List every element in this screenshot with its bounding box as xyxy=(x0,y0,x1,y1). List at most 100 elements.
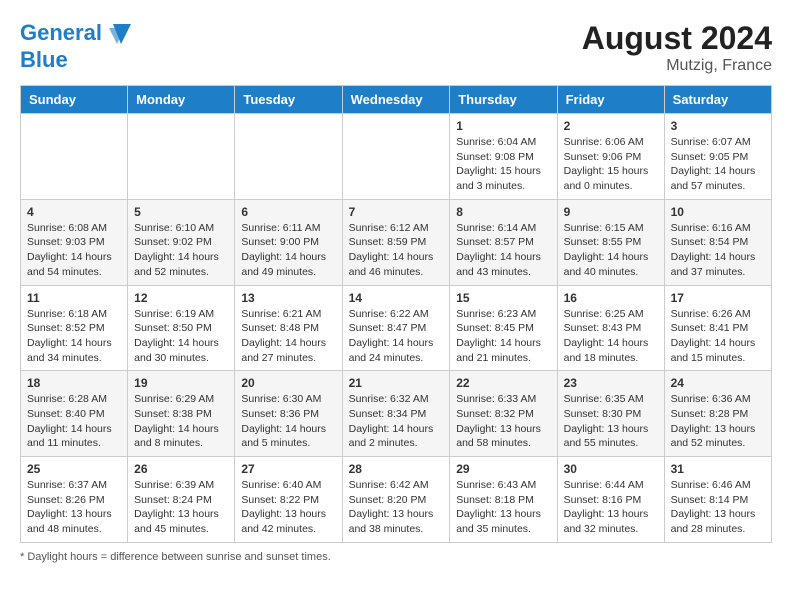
day-number: 5 xyxy=(134,205,228,219)
calendar-cell: 31Sunrise: 6:46 AM Sunset: 8:14 PM Dayli… xyxy=(664,457,771,543)
calendar-cell: 7 Sunrise: 6:12 AM Sunset: 8:59 PM Daylig… xyxy=(342,199,450,285)
calendar-cell: 11 Sunrise: 6:18 AM Sunset: 8:52 PM Dayli… xyxy=(21,285,128,371)
day-number: 13 xyxy=(241,291,335,305)
weekday-header: Tuesday xyxy=(235,86,342,114)
calendar-week-row: 11 Sunrise: 6:18 AM Sunset: 8:52 PM Dayli… xyxy=(21,285,772,371)
day-number: 24 xyxy=(671,376,765,390)
calendar-cell: 28 Sunrise: 6:42 AM Sunset: 8:20 PM Dayli… xyxy=(342,457,450,543)
calendar-cell: 14Sunrise: 6:22 AM Sunset: 8:47 PM Dayli… xyxy=(342,285,450,371)
day-number: 21 xyxy=(349,376,444,390)
weekday-header: Monday xyxy=(128,86,235,114)
day-number: 25 xyxy=(27,462,121,476)
daylight-hours-label: Daylight hours xyxy=(27,551,97,563)
day-number: 16 xyxy=(564,291,658,305)
calendar-week-row: 4 Sunrise: 6:08 AM Sunset: 9:03 PM Daylig… xyxy=(21,199,772,285)
day-number: 18 xyxy=(27,376,121,390)
calendar-cell xyxy=(342,114,450,200)
day-number: 2 xyxy=(564,119,658,133)
day-info: Sunrise: 6:11 AM Sunset: 9:00 PM Dayligh… xyxy=(241,221,335,280)
day-number: 14 xyxy=(349,291,444,305)
day-info: Sunrise: 6:37 AM Sunset: 8:26 PM Dayligh… xyxy=(27,478,121,537)
day-number: 26 xyxy=(134,462,228,476)
calendar-cell: 1Sunrise: 6:04 AM Sunset: 9:08 PM Daylig… xyxy=(450,114,557,200)
day-info: Sunrise: 6:12 AM Sunset: 8:59 PM Dayligh… xyxy=(349,221,444,280)
calendar-cell: 16Sunrise: 6:25 AM Sunset: 8:43 PM Dayli… xyxy=(557,285,664,371)
day-number: 22 xyxy=(456,376,550,390)
day-info: Sunrise: 6:46 AM Sunset: 8:14 PM Dayligh… xyxy=(671,478,765,537)
day-info: Sunrise: 6:26 AM Sunset: 8:41 PM Dayligh… xyxy=(671,307,765,366)
day-info: Sunrise: 6:39 AM Sunset: 8:24 PM Dayligh… xyxy=(134,478,228,537)
day-number: 3 xyxy=(671,119,765,133)
day-info: Sunrise: 6:10 AM Sunset: 9:02 PM Dayligh… xyxy=(134,221,228,280)
day-number: 17 xyxy=(671,291,765,305)
calendar-cell: 21 Sunrise: 6:32 AM Sunset: 8:34 PM Dayli… xyxy=(342,371,450,457)
calendar-cell: 30 Sunrise: 6:44 AM Sunset: 8:16 PM Dayli… xyxy=(557,457,664,543)
calendar-cell: 25 Sunrise: 6:37 AM Sunset: 8:26 PM Dayli… xyxy=(21,457,128,543)
day-info: Sunrise: 6:35 AM Sunset: 8:30 PM Dayligh… xyxy=(564,392,658,451)
calendar-cell: 19 Sunrise: 6:29 AM Sunset: 8:38 PM Dayli… xyxy=(128,371,235,457)
calendar-cell: 27Sunrise: 6:40 AM Sunset: 8:22 PM Dayli… xyxy=(235,457,342,543)
day-number: 9 xyxy=(564,205,658,219)
day-info: Sunrise: 6:04 AM Sunset: 9:08 PM Dayligh… xyxy=(456,135,550,194)
location: Mutzig, France xyxy=(582,57,772,75)
day-info: Sunrise: 6:40 AM Sunset: 8:22 PM Dayligh… xyxy=(241,478,335,537)
day-number: 23 xyxy=(564,376,658,390)
calendar-cell: 18Sunrise: 6:28 AM Sunset: 8:40 PM Dayli… xyxy=(21,371,128,457)
calendar-cell: 13 Sunrise: 6:21 AM Sunset: 8:48 PM Dayli… xyxy=(235,285,342,371)
calendar-header-row: SundayMondayTuesdayWednesdayThursdayFrid… xyxy=(21,86,772,114)
day-info: Sunrise: 6:07 AM Sunset: 9:05 PM Dayligh… xyxy=(671,135,765,194)
day-number: 15 xyxy=(456,291,550,305)
day-number: 19 xyxy=(134,376,228,390)
day-number: 11 xyxy=(27,291,121,305)
month-year: August 2024 xyxy=(582,20,772,57)
day-info: Sunrise: 6:43 AM Sunset: 8:18 PM Dayligh… xyxy=(456,478,550,537)
day-number: 6 xyxy=(241,205,335,219)
calendar-cell: 8 Sunrise: 6:14 AM Sunset: 8:57 PM Daylig… xyxy=(450,199,557,285)
day-info: Sunrise: 6:06 AM Sunset: 9:06 PM Dayligh… xyxy=(564,135,658,194)
calendar-cell: 24Sunrise: 6:36 AM Sunset: 8:28 PM Dayli… xyxy=(664,371,771,457)
day-info: Sunrise: 6:42 AM Sunset: 8:20 PM Dayligh… xyxy=(349,478,444,537)
day-info: Sunrise: 6:44 AM Sunset: 8:16 PM Dayligh… xyxy=(564,478,658,537)
weekday-header: Saturday xyxy=(664,86,771,114)
calendar-cell: 23 Sunrise: 6:35 AM Sunset: 8:30 PM Dayli… xyxy=(557,371,664,457)
calendar-cell: 3 Sunrise: 6:07 AM Sunset: 9:05 PM Daylig… xyxy=(664,114,771,200)
day-number: 29 xyxy=(456,462,550,476)
day-info: Sunrise: 6:33 AM Sunset: 8:32 PM Dayligh… xyxy=(456,392,550,451)
day-number: 4 xyxy=(27,205,121,219)
calendar-cell: 29 Sunrise: 6:43 AM Sunset: 8:18 PM Dayli… xyxy=(450,457,557,543)
calendar-week-row: 1Sunrise: 6:04 AM Sunset: 9:08 PM Daylig… xyxy=(21,114,772,200)
calendar-cell: 20 Sunrise: 6:30 AM Sunset: 8:36 PM Dayli… xyxy=(235,371,342,457)
calendar-cell: 2 Sunrise: 6:06 AM Sunset: 9:06 PM Daylig… xyxy=(557,114,664,200)
calendar-cell: 9 Sunrise: 6:15 AM Sunset: 8:55 PM Daylig… xyxy=(557,199,664,285)
day-info: Sunrise: 6:16 AM Sunset: 8:54 PM Dayligh… xyxy=(671,221,765,280)
day-number: 10 xyxy=(671,205,765,219)
day-number: 20 xyxy=(241,376,335,390)
logo-icon xyxy=(103,20,133,48)
day-number: 30 xyxy=(564,462,658,476)
day-info: Sunrise: 6:23 AM Sunset: 8:45 PM Dayligh… xyxy=(456,307,550,366)
calendar-cell: 22 Sunrise: 6:33 AM Sunset: 8:32 PM Dayli… xyxy=(450,371,557,457)
day-info: Sunrise: 6:18 AM Sunset: 8:52 PM Dayligh… xyxy=(27,307,121,366)
day-number: 12 xyxy=(134,291,228,305)
logo-blue: Blue xyxy=(20,48,134,72)
calendar-table: SundayMondayTuesdayWednesdayThursdayFrid… xyxy=(20,85,772,543)
day-info: Sunrise: 6:29 AM Sunset: 8:38 PM Dayligh… xyxy=(134,392,228,451)
day-number: 28 xyxy=(349,462,444,476)
day-info: Sunrise: 6:30 AM Sunset: 8:36 PM Dayligh… xyxy=(241,392,335,451)
day-info: Sunrise: 6:21 AM Sunset: 8:48 PM Dayligh… xyxy=(241,307,335,366)
logo-text: General xyxy=(20,20,134,48)
day-info: Sunrise: 6:08 AM Sunset: 9:03 PM Dayligh… xyxy=(27,221,121,280)
logo: General Blue xyxy=(20,20,134,72)
calendar-cell: 12Sunrise: 6:19 AM Sunset: 8:50 PM Dayli… xyxy=(128,285,235,371)
calendar-cell xyxy=(235,114,342,200)
day-info: Sunrise: 6:15 AM Sunset: 8:55 PM Dayligh… xyxy=(564,221,658,280)
calendar-cell: 6 Sunrise: 6:11 AM Sunset: 9:00 PM Daylig… xyxy=(235,199,342,285)
day-info: Sunrise: 6:14 AM Sunset: 8:57 PM Dayligh… xyxy=(456,221,550,280)
calendar-week-row: 25 Sunrise: 6:37 AM Sunset: 8:26 PM Dayli… xyxy=(21,457,772,543)
weekday-header: Friday xyxy=(557,86,664,114)
day-number: 8 xyxy=(456,205,550,219)
weekday-header: Wednesday xyxy=(342,86,450,114)
day-info: Sunrise: 6:32 AM Sunset: 8:34 PM Dayligh… xyxy=(349,392,444,451)
calendar-cell: 17 Sunrise: 6:26 AM Sunset: 8:41 PM Dayli… xyxy=(664,285,771,371)
day-number: 7 xyxy=(349,205,444,219)
